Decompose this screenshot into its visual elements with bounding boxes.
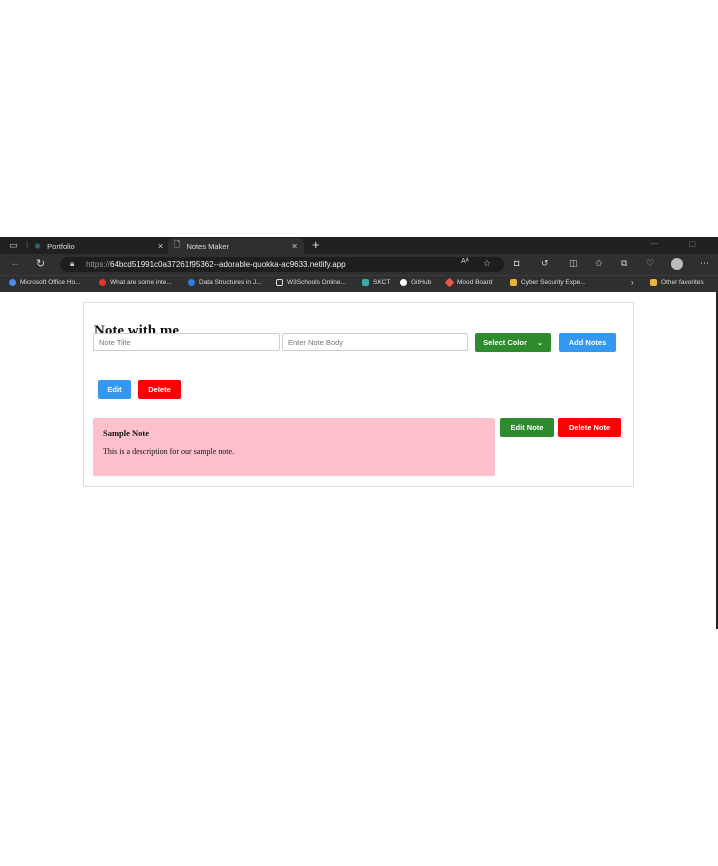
favorites-icon[interactable]: ✩ xyxy=(595,258,603,269)
window-menu-icon[interactable]: ▭ xyxy=(9,240,18,251)
placeholder: Note Tilte xyxy=(99,337,131,347)
site-icon xyxy=(188,279,195,286)
fav-label: Mood Board xyxy=(457,279,493,286)
page-icon xyxy=(276,279,283,286)
fav-label: GitHub xyxy=(411,279,432,286)
window-controls[interactable]: — ▢ xyxy=(650,239,710,248)
lock-icon: 🔒︎ xyxy=(70,259,75,268)
tab-bar: ▭ | ⚛ Portfolio ✕ 🗋 Notes Maker ✕ + — ▢ xyxy=(0,237,718,254)
screen: { "browser": { "tabs": [ {"label": "Port… xyxy=(0,0,718,866)
profile-avatar[interactable] xyxy=(671,258,683,270)
quora-icon xyxy=(99,279,106,286)
delete-button[interactable]: Delete xyxy=(138,380,181,399)
fav-label: Other favorites xyxy=(661,279,704,286)
edit-note-button[interactable]: Edit Note xyxy=(500,418,554,437)
note-title-input[interactable]: Note Tilte xyxy=(93,333,280,351)
fav-mood-board[interactable]: Mood Board xyxy=(444,277,493,288)
address-bar[interactable]: 🔒︎ https://64bcd51991c0a37261f95362--ado… xyxy=(60,257,504,272)
divider: | xyxy=(26,240,29,249)
read-aloud-icon[interactable]: Aᴬ xyxy=(461,258,469,265)
fav-label: SKCT xyxy=(373,279,391,286)
close-tab-icon[interactable]: ✕ xyxy=(157,242,164,251)
select-color-dropdown[interactable]: Select Color ⌄ xyxy=(475,333,551,352)
extension2-icon[interactable]: ↺ xyxy=(541,258,549,269)
github-icon xyxy=(400,279,407,286)
url-scheme: https:// xyxy=(86,260,111,269)
tab-notes-maker[interactable]: 🗋 Notes Maker ✕ xyxy=(168,238,304,254)
split-screen-icon[interactable]: ◫ xyxy=(569,258,578,269)
web-page: Note with me Note Tilte Enter Note Body … xyxy=(0,292,718,629)
note-body-input[interactable]: Enter Note Body xyxy=(282,333,468,351)
folder-icon xyxy=(650,279,657,286)
health-icon[interactable]: ♡ xyxy=(646,258,654,269)
fav-other-favorites[interactable]: Other favorites xyxy=(650,279,704,286)
refresh-icon[interactable]: ↻ xyxy=(36,257,45,270)
skct-icon xyxy=(362,279,369,286)
page-icon: 🗋 xyxy=(174,240,181,249)
url-host: 64bcd51991c0a37261f95362--adorable-quokk… xyxy=(110,260,346,269)
fav-skct[interactable]: SKCT xyxy=(362,279,390,286)
tab-label: Portfolio xyxy=(47,241,75,251)
office-icon xyxy=(9,279,16,286)
favorite-star-icon[interactable]: ☆ xyxy=(483,258,491,269)
fav-label: Data Structures in J... xyxy=(199,279,262,286)
delete-note-button[interactable]: Delete Note xyxy=(558,418,621,437)
more-menu-icon[interactable]: ⋯ xyxy=(700,258,709,269)
chevron-down-icon: ⌄ xyxy=(536,339,543,347)
chevron-right-icon[interactable]: › xyxy=(631,278,634,287)
back-icon[interactable]: ← xyxy=(10,257,21,269)
mood-board-icon xyxy=(444,277,455,288)
fav-label: W3Schools Online... xyxy=(287,279,346,286)
browser-window: ▭ | ⚛ Portfolio ✕ 🗋 Notes Maker ✕ + — ▢ … xyxy=(0,237,718,629)
tab-label: Notes Maker xyxy=(186,241,229,251)
note-body: This is a description for our sample not… xyxy=(103,447,235,456)
placeholder: Enter Note Body xyxy=(288,337,344,347)
fav-label: Microsoft Office Ho... xyxy=(20,279,81,286)
address-row: ← ↻ 🔒︎ https://64bcd51991c0a37261f95362-… xyxy=(0,254,718,275)
notes-card: Note with me Note Tilte Enter Note Body … xyxy=(83,302,634,487)
favorites-bar: Microsoft Office Ho... What are some int… xyxy=(0,275,718,292)
fav-label: What are some inte... xyxy=(110,279,172,286)
fav-cyber-security[interactable]: Cyber Security Expe... xyxy=(510,279,586,286)
fav-microsoft-office[interactable]: Microsoft Office Ho... xyxy=(9,279,81,286)
fav-label: Cyber Security Expe... xyxy=(521,279,586,286)
tab-portfolio[interactable]: ⚛ Portfolio ✕ xyxy=(34,238,164,254)
note-card: Sample Note This is a description for ou… xyxy=(93,418,495,476)
fav-github[interactable]: GitHub xyxy=(400,279,431,286)
fav-data-structures[interactable]: Data Structures in J... xyxy=(188,279,262,286)
close-tab-icon[interactable]: ✕ xyxy=(291,242,298,251)
edit-button[interactable]: Edit xyxy=(98,380,131,399)
extension-icon[interactable]: ◘ xyxy=(514,258,519,268)
fav-quora[interactable]: What are some inte... xyxy=(99,279,172,286)
collections-icon[interactable]: ⧉ xyxy=(621,258,627,269)
add-notes-button[interactable]: Add Notes xyxy=(559,333,616,352)
note-title: Sample Note xyxy=(103,428,150,438)
chart-icon xyxy=(510,279,517,286)
fav-w3schools[interactable]: W3Schools Online... xyxy=(276,279,346,286)
new-tab-icon[interactable]: + xyxy=(312,237,320,252)
react-icon: ⚛ xyxy=(34,241,42,251)
select-color-label: Select Color xyxy=(483,338,527,347)
